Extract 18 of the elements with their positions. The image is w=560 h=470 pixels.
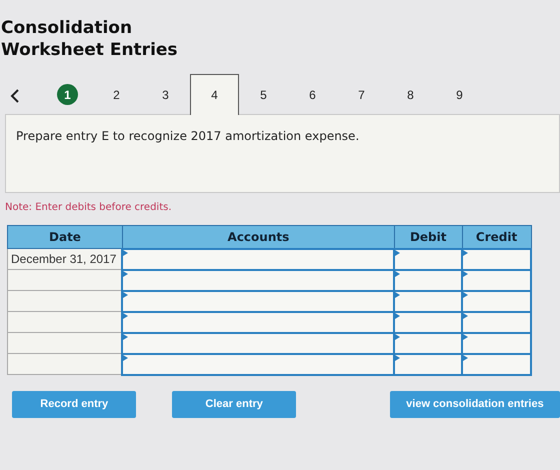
table-cell: December 31, 2017: [8, 248, 122, 270]
step-tab[interactable]: 3: [141, 74, 190, 115]
step-tab[interactable]: 4: [190, 74, 239, 115]
step-tab[interactable]: 6: [288, 74, 337, 115]
column-header: Credit: [462, 226, 531, 248]
column-header: Debit: [394, 226, 462, 248]
column-header: Date: [8, 226, 122, 248]
step-tab[interactable]: 1: [43, 74, 92, 115]
step-tab[interactable]: 8: [386, 74, 435, 115]
step-tab[interactable]: 7: [337, 74, 386, 115]
note-text: Note: Enter debits before credits.: [5, 201, 173, 215]
step-tab[interactable]: 2: [92, 74, 141, 115]
page-title: Consolidation Worksheet Entries: [1, 17, 179, 61]
question-text: Prepare entry E to recognize 2017 amortization expense.: [16, 128, 360, 145]
back-icon: [10, 88, 20, 104]
step-tab[interactable]: 5: [239, 74, 288, 115]
column-header: Accounts: [122, 226, 394, 248]
step-tab[interactable]: 9: [435, 74, 484, 115]
